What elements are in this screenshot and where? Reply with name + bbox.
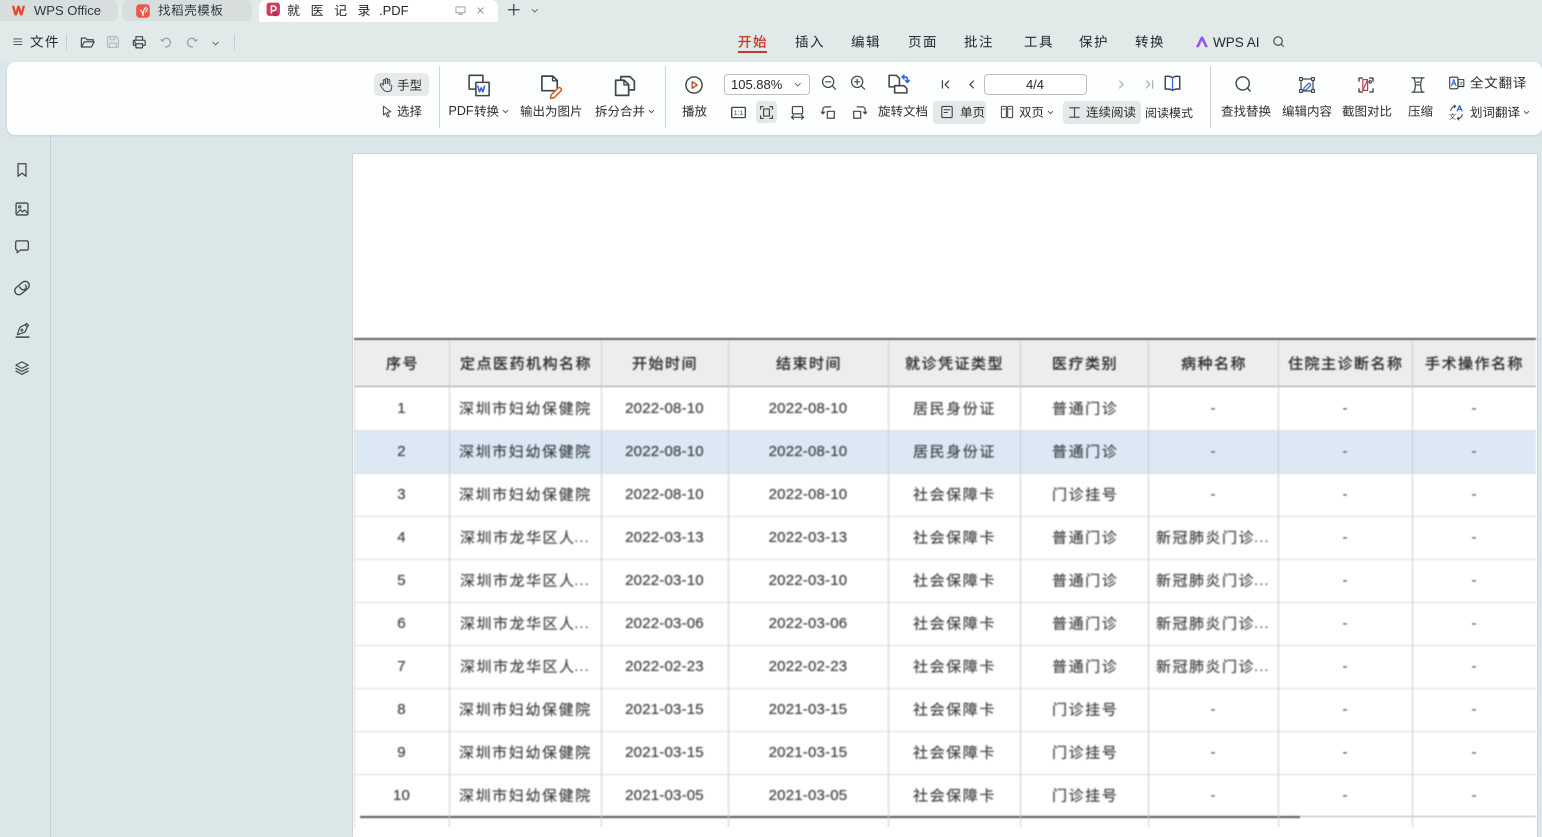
- svg-text:1:1: 1:1: [734, 110, 744, 117]
